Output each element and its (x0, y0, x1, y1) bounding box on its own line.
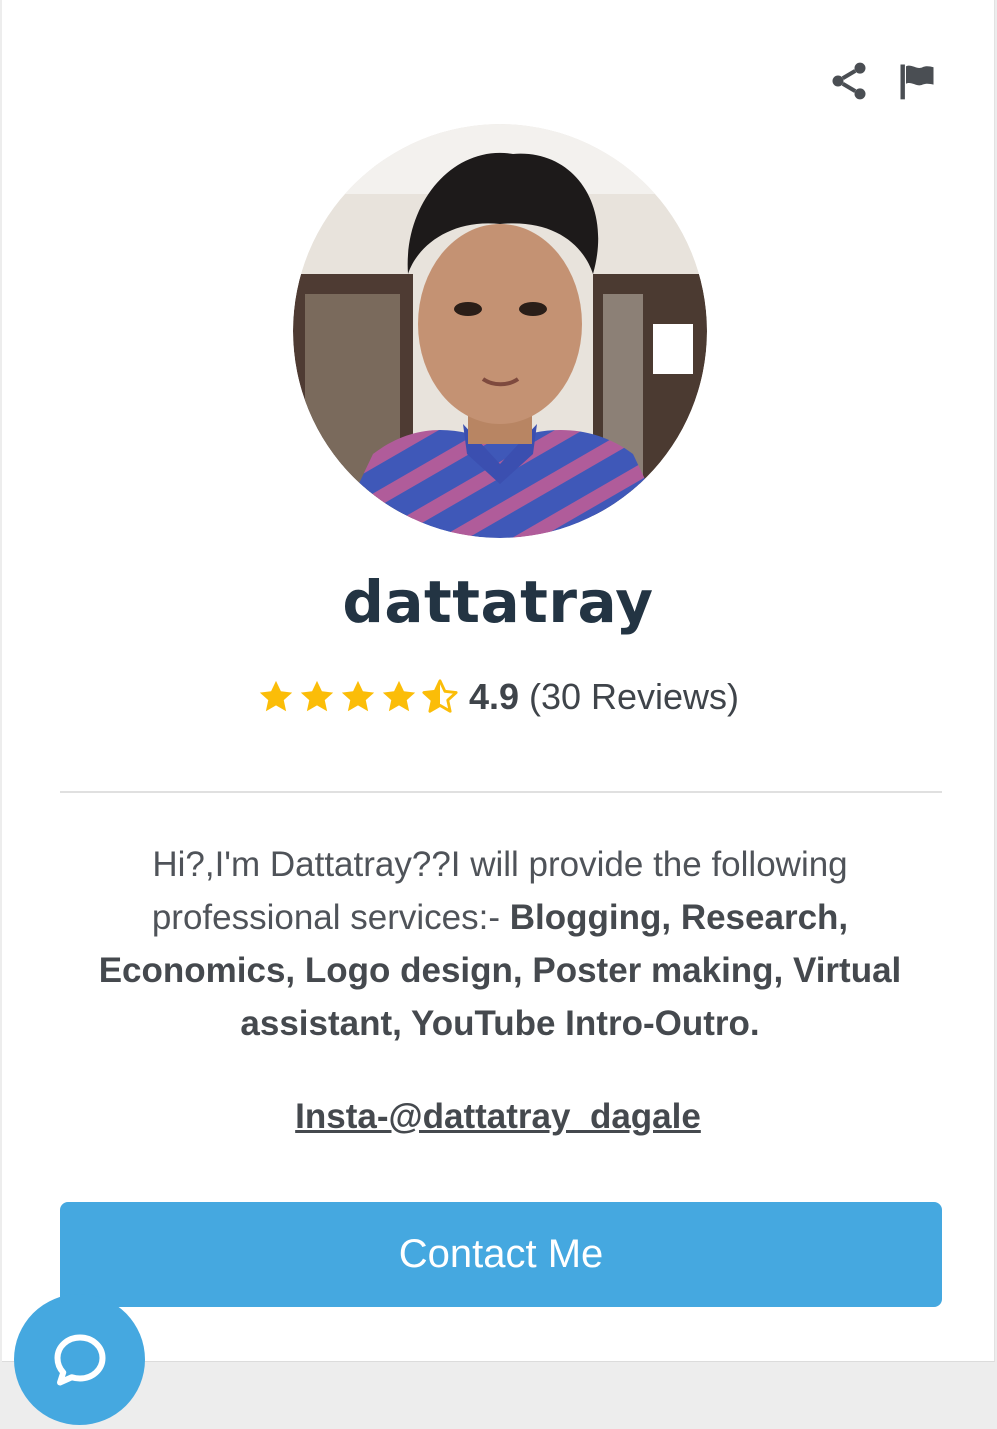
review-count: (30 Reviews) (528, 676, 740, 717)
star-full-icon (341, 680, 375, 712)
star-rating (257, 678, 459, 716)
star-full-icon (300, 680, 334, 712)
chat-button[interactable] (14, 1294, 145, 1425)
rating-value: 4.9 (468, 676, 519, 717)
star-full-icon (382, 680, 416, 712)
profile-bio: Hi?,I'm Dattatray??I will provide the fo… (72, 838, 928, 1050)
star-full-icon (259, 680, 293, 712)
report-button[interactable] (894, 58, 940, 104)
profile-card: dattatray 4.9 (30 Reviews) Hi?,I'm Datta… (2, 0, 995, 1362)
divider (60, 791, 942, 793)
star-half-icon (422, 679, 458, 713)
contact-button[interactable]: Contact Me (60, 1202, 942, 1307)
avatar (293, 124, 707, 538)
instagram-link[interactable]: Insta-@dattatray_dagale (2, 1097, 994, 1137)
rating-row: 4.9 (30 Reviews) (2, 676, 994, 718)
top-actions (826, 58, 940, 104)
flag-icon (900, 64, 934, 100)
share-button[interactable] (826, 58, 872, 104)
profile-name: dattatray (342, 568, 654, 636)
chat-bubble-icon (54, 1334, 105, 1385)
share-icon (832, 62, 866, 100)
